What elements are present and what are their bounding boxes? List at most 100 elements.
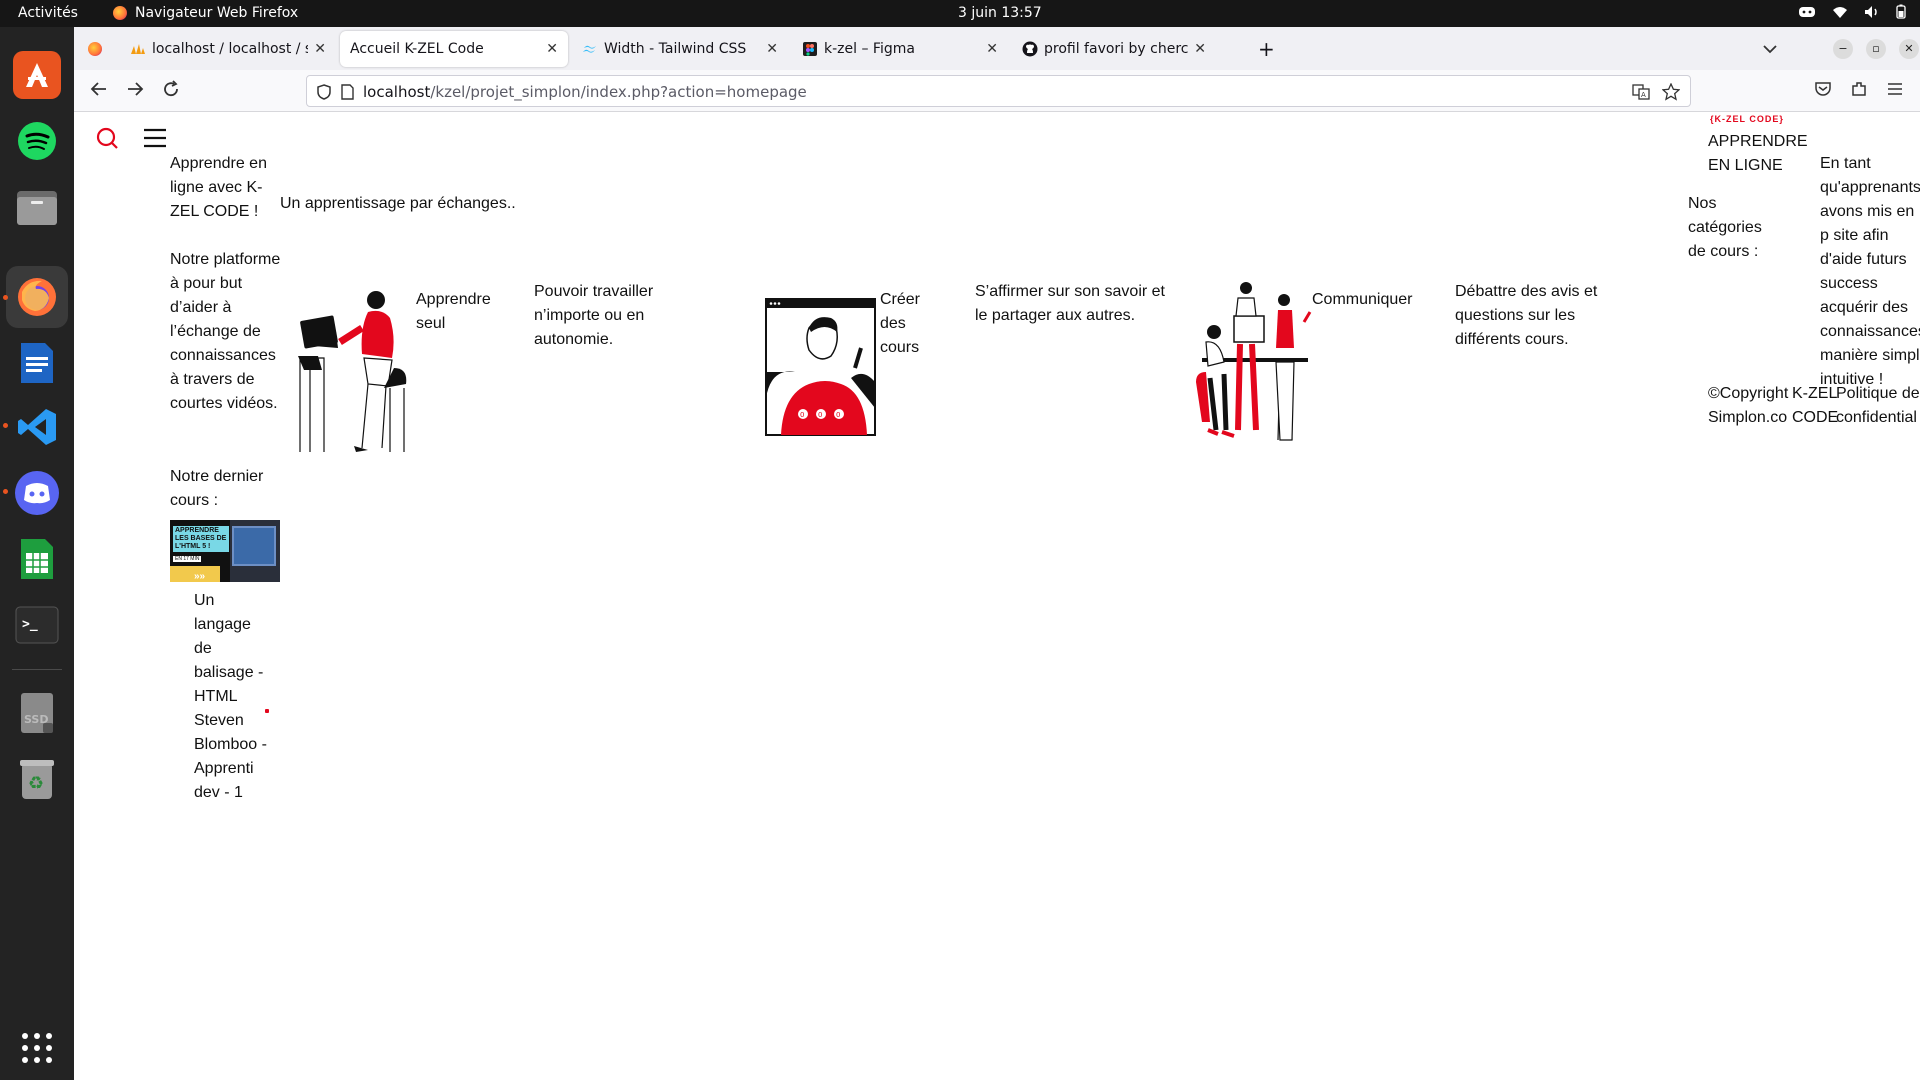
svg-text:A: A	[1641, 91, 1646, 99]
back-button[interactable]	[90, 80, 108, 103]
system-top-bar: Activités Navigateur Web Firefox 3 juin …	[0, 0, 1920, 27]
url-path: /kzel/projet_simplon/index.php?action=ho…	[430, 83, 807, 101]
search-icon[interactable]	[95, 126, 119, 150]
tab-strip: localhost / localhost / sim ✕ Accueil K-…	[74, 27, 1920, 70]
ssd-drive-icon[interactable]: SSD	[13, 689, 61, 737]
extensions-button[interactable]	[1850, 80, 1868, 103]
puzzle-icon	[1852, 82, 1866, 96]
svg-text:♻: ♻	[28, 773, 44, 794]
close-tab-icon[interactable]: ✕	[546, 41, 558, 57]
app-menu-button[interactable]	[1886, 80, 1904, 103]
firefox-icon	[113, 6, 127, 20]
translate-icon[interactable]: A	[1632, 83, 1650, 101]
tailwind-icon	[583, 45, 596, 53]
volume-icon	[1865, 5, 1877, 18]
dock: >_ SSD ♻	[0, 27, 74, 1080]
hamburger-icon	[1888, 83, 1902, 95]
pocket-button[interactable]	[1814, 80, 1832, 103]
bookmark-star-icon[interactable]	[1662, 83, 1680, 101]
page-info-icon[interactable]	[341, 84, 354, 100]
last-course-heading: Notre dernier cours :	[170, 468, 264, 509]
footer-copyright: ©Copyright Simplon.co	[1708, 385, 1789, 426]
illustration-communicate	[1196, 282, 1312, 441]
discord-tray-icon	[1799, 6, 1815, 17]
clock[interactable]: 3 juin 13:57	[958, 5, 1042, 21]
brand-line: APPRENDRE EN LIGNE	[1708, 133, 1808, 174]
tab-tailwind[interactable]: Width - Tailwind CSS ✕	[572, 31, 788, 67]
running-indicator	[3, 489, 8, 494]
system-tray[interactable]	[1798, 4, 1906, 19]
chevron-down-icon	[1763, 45, 1777, 54]
feature-learn-alone-title: Apprendre seul	[416, 291, 491, 332]
pocket-icon	[1815, 82, 1831, 96]
arrow-right-icon	[128, 82, 144, 96]
reload-button[interactable]	[162, 80, 180, 103]
new-tab-button[interactable]: +	[1248, 31, 1284, 67]
tab-label: profil favori by chercheto	[1044, 41, 1189, 57]
chevrons-icon: »»	[194, 571, 206, 582]
figma-icon	[803, 42, 817, 56]
trash-icon[interactable]: ♻	[13, 755, 61, 803]
forward-button[interactable]	[126, 80, 144, 103]
close-tab-icon[interactable]: ✕	[986, 41, 998, 57]
web-page: Apprendre en ligne avec K-ZEL CODE ! Un …	[74, 112, 1920, 1080]
tab-label: Accueil K-ZEL Code	[350, 41, 484, 57]
github-icon	[1022, 41, 1038, 57]
firefox-view-button[interactable]	[74, 31, 118, 67]
feature-communicate-title: Communiquer	[1312, 291, 1413, 308]
feature-create-courses-title: Créer des cours	[880, 291, 921, 356]
running-indicator	[3, 423, 8, 428]
wifi-icon	[1833, 6, 1847, 18]
footer-policy-link[interactable]: Politique de confidential	[1836, 382, 1920, 430]
calc-icon[interactable]	[13, 535, 61, 583]
vscode-icon[interactable]	[13, 403, 61, 451]
activities-button[interactable]: Activités	[18, 5, 78, 21]
tab-accueil-kzel[interactable]: Accueil K-ZEL Code ✕	[340, 31, 568, 67]
svg-text:>_: >_	[22, 617, 38, 632]
tab-figma[interactable]: k-zel – Figma ✕	[792, 31, 1008, 67]
svg-text:0: 0	[800, 411, 804, 419]
minimize-button[interactable]: −	[1833, 39, 1853, 59]
course-thumbnail[interactable]: APPRENDRE LES BASES DE L'HTML 5 ! EN 17 …	[170, 520, 280, 582]
navigation-toolbar: localhost/kzel/projet_simplon/index.php?…	[74, 70, 1920, 112]
tab-label: localhost / localhost / sim	[152, 41, 308, 57]
learner-text: En tant qu'apprenants avons mis en p sit…	[1820, 155, 1920, 388]
app-menu[interactable]: Navigateur Web Firefox	[113, 5, 298, 21]
writer-icon[interactable]	[13, 339, 61, 387]
files-icon[interactable]	[13, 183, 61, 231]
logo-text: {K-ZEL CODE}	[1710, 114, 1784, 124]
app-menu-label: Navigateur Web Firefox	[135, 5, 299, 21]
feature-create-courses-desc: S’affirmer sur son savoir et le partager…	[975, 283, 1165, 324]
tab-phpmyadmin[interactable]: localhost / localhost / sim ✕	[120, 31, 336, 67]
thumbnail-title: APPRENDRE LES BASES DE L'HTML 5 !	[173, 526, 229, 552]
feature-communicate-desc: Débattre des avis et questions sur les d…	[1455, 283, 1598, 348]
platform-goal: Notre platforme à pour but d’aider à l’é…	[170, 251, 281, 412]
spotify-icon[interactable]	[13, 117, 61, 165]
menu-hamburger-icon[interactable]	[143, 127, 167, 149]
close-tab-icon[interactable]: ✕	[314, 41, 326, 57]
list-all-tabs-button[interactable]	[1752, 31, 1788, 67]
tab-github[interactable]: profil favori by chercheto ✕	[1012, 31, 1216, 67]
tab-label: Width - Tailwind CSS	[604, 41, 747, 57]
phpmyadmin-icon	[131, 44, 145, 54]
discord-icon[interactable]	[13, 469, 61, 517]
firefox-dock-icon[interactable]	[13, 273, 61, 321]
close-tab-icon[interactable]: ✕	[766, 41, 778, 57]
intro-title: Apprendre en ligne avec K-ZEL CODE !	[170, 155, 267, 220]
show-applications-icon[interactable]	[13, 1024, 61, 1072]
thumbnail-duration: EN 17 MIN	[173, 556, 202, 562]
maximize-button[interactable]: ▫	[1866, 39, 1886, 59]
ubuntu-software-icon[interactable]	[13, 51, 61, 99]
illustration-learn-alone	[298, 291, 407, 452]
tagline: Un apprentissage par échanges..	[280, 195, 516, 212]
shield-icon[interactable]	[317, 84, 331, 100]
illustration-create-courses: 0 0 0	[765, 298, 876, 436]
battery-icon	[1896, 4, 1906, 19]
close-tab-icon[interactable]: ✕	[1194, 41, 1206, 57]
url-text[interactable]: localhost/kzel/projet_simplon/index.php?…	[363, 83, 807, 101]
last-course-title[interactable]: Un langage de balisage - HTML Steven Blo…	[194, 589, 270, 805]
url-bar[interactable]: localhost/kzel/projet_simplon/index.php?…	[306, 75, 1691, 107]
kzel-logo[interactable]: {K-ZEL CODE}	[1710, 114, 1784, 124]
terminal-icon[interactable]: >_	[13, 601, 61, 649]
close-window-button[interactable]: ✕	[1899, 39, 1919, 59]
